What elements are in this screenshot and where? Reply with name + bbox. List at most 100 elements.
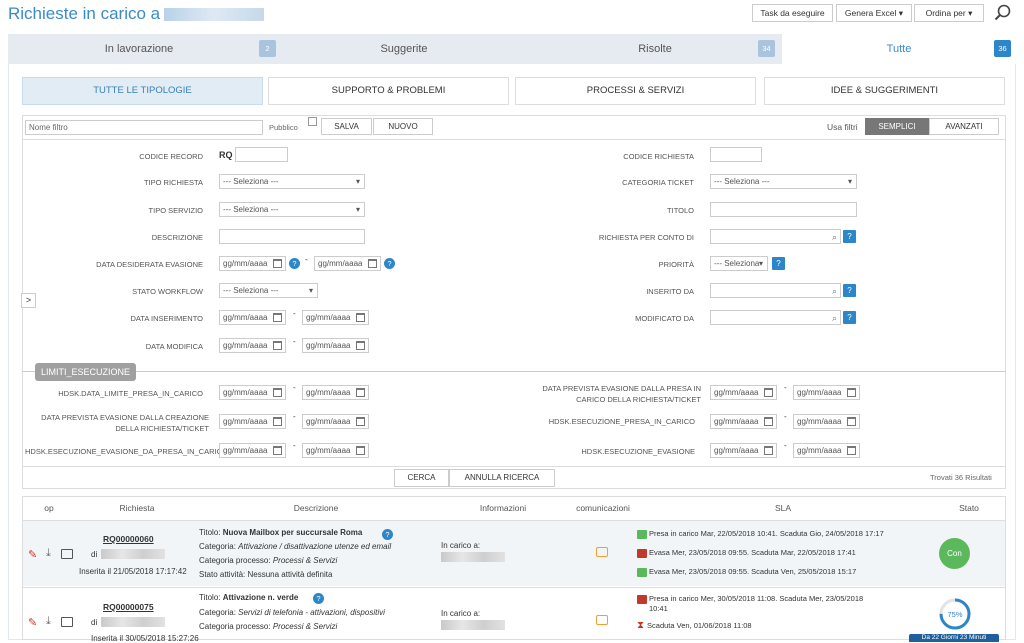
hdsk-esec-da-presa-from[interactable]: gg/mm/aaaa [219,443,286,458]
prevista-creazione-from[interactable]: gg/mm/aaaa [219,414,286,429]
table-row[interactable]: ✎ ⤓ RQ00000060 di Inserita il 21/05/2018… [23,520,1005,586]
progress-label: 75% [947,610,962,619]
priorita-select[interactable]: --- Seleziona [710,256,768,271]
task-button[interactable]: Task da eseguire [752,4,833,22]
pubblico-checkbox[interactable] [308,117,317,126]
request-code-link[interactable]: RQ00000060 [103,534,154,544]
table-row[interactable]: ✎ ⤓ RQ00000075 di Inserita il 30/05/2018… [23,587,1005,643]
nuovo-button[interactable]: NUOVO [373,118,433,135]
type-idee[interactable]: IDEE & SUGGERIMENTI [764,77,1005,105]
hdsk-esec-evasione-from[interactable]: gg/mm/aaaa [710,443,777,458]
hdsk-esec-da-presa-to[interactable]: gg/mm/aaaa [302,443,369,458]
date-placeholder: gg/mm/aaaa [223,388,268,397]
prevista-presa-to[interactable]: gg/mm/aaaa [793,385,860,400]
data-inserimento-from[interactable]: gg/mm/aaaa [219,310,286,325]
help-icon[interactable]: ? [313,593,324,604]
calendar-icon[interactable] [847,388,856,397]
print-icon[interactable] [61,617,73,627]
calendar-icon[interactable] [764,446,773,455]
tab-risolte[interactable]: Risolte [530,34,780,64]
tab-label: Risolte [638,43,672,55]
calendar-icon[interactable] [273,446,282,455]
inserito-da-input[interactable]: ⌕ [710,283,841,298]
download-icon[interactable]: ⤓ [46,547,51,560]
richiesta-per-conto-di-input[interactable]: ⌕ [710,229,841,244]
help-icon[interactable]: ? [843,284,856,297]
annulla-ricerca-button[interactable]: ANNULLA RICERCA [449,469,555,487]
hdsk-esec-presa-from[interactable]: gg/mm/aaaa [710,414,777,429]
modificato-da-input[interactable]: ⌕ [710,310,841,325]
excel-button[interactable]: Genera Excel ▾ [836,4,912,22]
data-modifica-to[interactable]: gg/mm/aaaa [302,338,369,353]
hdsk-limite-from[interactable]: gg/mm/aaaa [219,385,286,400]
categoria-ticket-select[interactable]: --- Seleziona --- [710,174,857,189]
codice-richiesta-input[interactable] [710,147,762,162]
help-icon[interactable]: ? [843,230,856,243]
calendar-icon[interactable] [368,259,377,268]
type-all[interactable]: TUTTE LE TIPOLOGIE [22,77,263,105]
calendar-icon[interactable] [847,417,856,426]
type-processi[interactable]: PROCESSI & SERVIZI [515,77,756,105]
calendar-icon[interactable] [273,341,282,350]
request-code-link[interactable]: RQ00000075 [103,602,154,612]
edit-icon[interactable]: ✎ [28,616,37,629]
help-icon[interactable]: ? [384,258,395,269]
stato-workflow-select[interactable]: --- Seleziona --- [219,283,318,298]
help-icon[interactable]: ? [843,311,856,324]
calendar-icon[interactable] [847,446,856,455]
calendar-icon[interactable] [356,446,365,455]
print-icon[interactable] [61,549,73,559]
calendar-icon[interactable] [356,341,365,350]
tab-suggerite[interactable]: Suggerite [278,34,530,64]
calendar-icon[interactable] [764,417,773,426]
search-icon[interactable]: ⌕ [832,312,837,325]
hdsk-esec-presa-to[interactable]: gg/mm/aaaa [793,414,860,429]
prevista-presa-from[interactable]: gg/mm/aaaa [710,385,777,400]
date-placeholder: gg/mm/aaaa [714,446,759,455]
order-button[interactable]: Ordina per ▾ [914,4,984,22]
tipo-servizio-select[interactable]: --- Seleziona --- [219,202,365,217]
semplici-toggle[interactable]: SEMPLICI [865,118,929,135]
filter-name-input[interactable]: Nome filtro [25,120,263,135]
descrizione-input[interactable] [219,229,365,244]
category-line: Categoria: Attivazione / disattivazione … [199,542,391,551]
codice-record-input[interactable] [235,147,288,162]
hdsk-limite-to[interactable]: gg/mm/aaaa [302,385,369,400]
comment-icon[interactable] [596,547,608,557]
data-inserimento-to[interactable]: gg/mm/aaaa [302,310,369,325]
help-icon[interactable]: ? [289,258,300,269]
search-icon[interactable] [993,3,1015,23]
data-modifica-from[interactable]: gg/mm/aaaa [219,338,286,353]
comment-icon[interactable] [596,615,608,625]
titolo-input[interactable] [710,202,857,217]
calendar-icon[interactable] [273,388,282,397]
type-supporto[interactable]: SUPPORTO & PROBLEMI [268,77,509,105]
avanzati-toggle[interactable]: AVANZATI [929,118,999,135]
search-icon[interactable]: ⌕ [832,285,837,298]
search-icon[interactable]: ⌕ [832,231,837,244]
cerca-button[interactable]: CERCA [394,469,449,487]
edit-icon[interactable]: ✎ [28,548,37,561]
tipo-richiesta-select[interactable]: --- Seleziona --- [219,174,365,189]
download-icon[interactable]: ⤓ [46,615,51,628]
expand-sidebar-button[interactable]: > [21,293,36,308]
requester-redacted [101,617,165,627]
calendar-icon[interactable] [356,417,365,426]
help-icon[interactable]: ? [772,257,785,270]
tab-tutte[interactable]: Tutte [782,34,1016,64]
activity-label: Stato attività: [199,570,246,579]
prevista-creazione-to[interactable]: gg/mm/aaaa [302,414,369,429]
hdsk-esec-evasione-to[interactable]: gg/mm/aaaa [793,443,860,458]
data-desiderata-to[interactable]: gg/mm/aaaa [314,256,381,271]
tab-in-lavorazione[interactable]: In lavorazione [8,34,270,64]
data-desiderata-from[interactable]: gg/mm/aaaa [219,256,286,271]
calendar-icon[interactable] [356,388,365,397]
calendar-icon[interactable] [273,417,282,426]
calendar-icon[interactable] [356,313,365,322]
calendar-icon[interactable] [273,259,282,268]
help-icon[interactable]: ? [382,529,393,540]
range-dash: - [293,441,296,450]
calendar-icon[interactable] [764,388,773,397]
salva-button[interactable]: SALVA [321,118,372,135]
calendar-icon[interactable] [273,313,282,322]
